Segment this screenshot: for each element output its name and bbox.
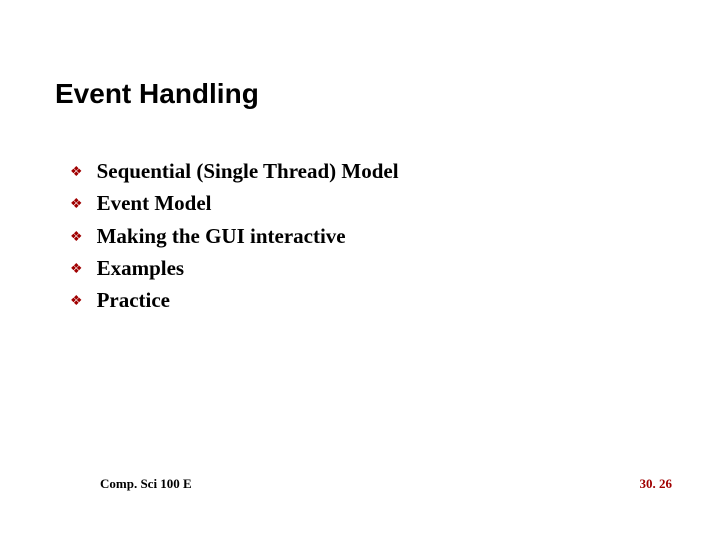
list-item-text: Sequential (Single Thread) Model <box>97 158 399 184</box>
diamond-bullet-icon: ❖ <box>70 260 83 278</box>
diamond-bullet-icon: ❖ <box>70 195 83 213</box>
diamond-bullet-icon: ❖ <box>70 228 83 246</box>
list-item-text: Event Model <box>97 190 212 216</box>
list-item-text: Making the GUI interactive <box>97 223 346 249</box>
footer-course: Comp. Sci 100 E <box>100 476 192 492</box>
slide-title: Event Handling <box>55 78 259 110</box>
list-item: ❖ Making the GUI interactive <box>70 223 630 249</box>
diamond-bullet-icon: ❖ <box>70 292 83 310</box>
list-item-text: Practice <box>97 287 170 313</box>
footer-page-number: 30. 26 <box>640 476 673 492</box>
list-item: ❖ Sequential (Single Thread) Model <box>70 158 630 184</box>
list-item: ❖ Event Model <box>70 190 630 216</box>
diamond-bullet-icon: ❖ <box>70 163 83 181</box>
list-item: ❖ Practice <box>70 287 630 313</box>
bullet-list: ❖ Sequential (Single Thread) Model ❖ Eve… <box>70 158 630 319</box>
slide: Event Handling ❖ Sequential (Single Thre… <box>0 0 720 540</box>
list-item: ❖ Examples <box>70 255 630 281</box>
list-item-text: Examples <box>97 255 185 281</box>
